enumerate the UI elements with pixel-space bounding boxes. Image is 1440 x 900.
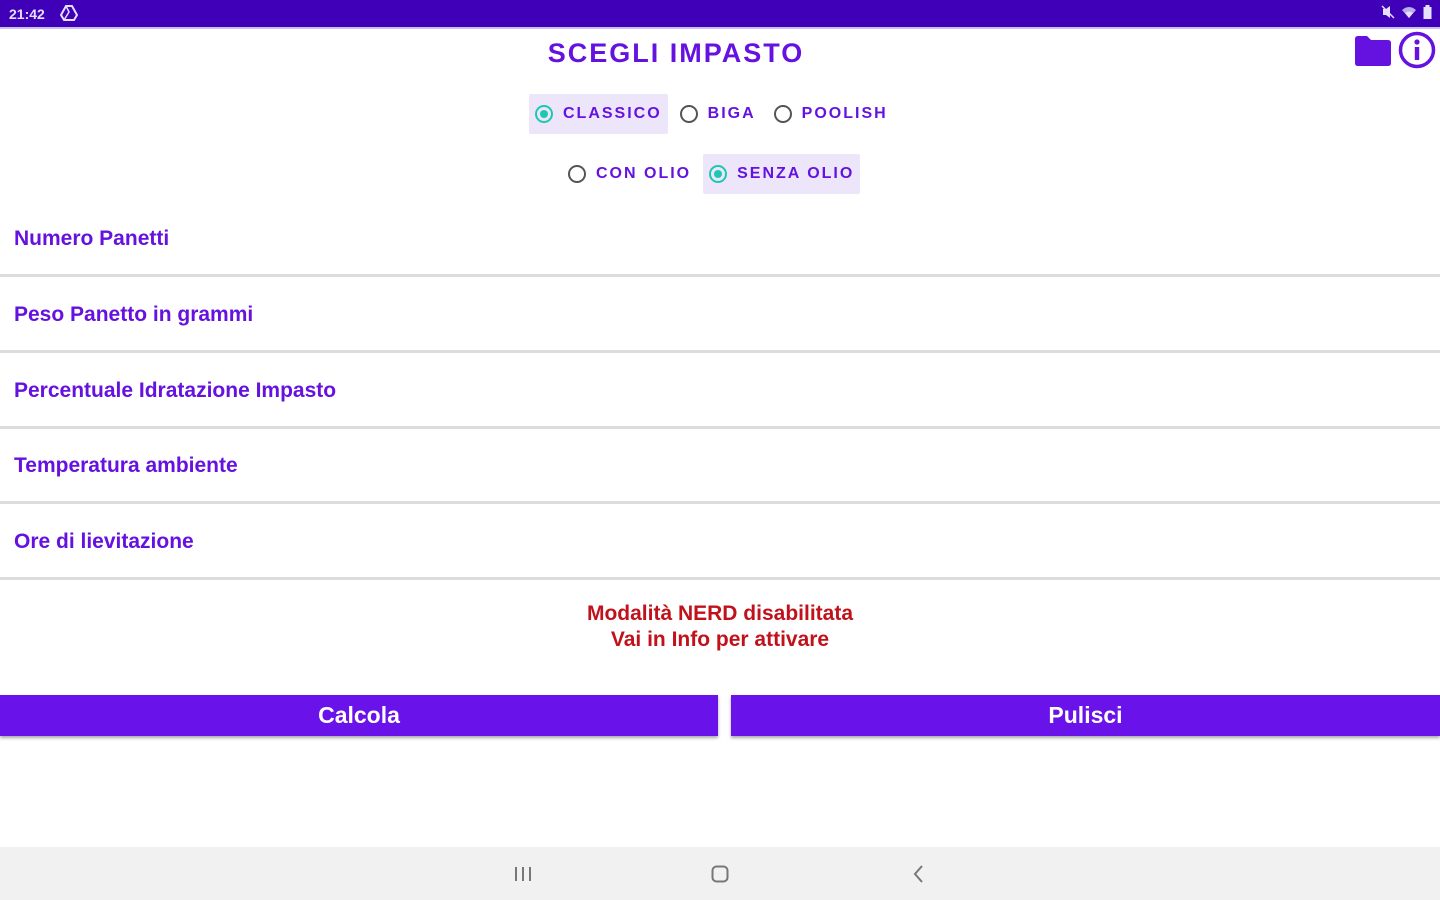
dough-type-group: CLASSICO BIGA POOLISH [529,94,894,134]
pulisci-button[interactable]: Pulisci [731,695,1440,736]
radio-label: BIGA [707,105,756,122]
status-divider [0,27,1440,29]
radio-indicator [535,105,553,123]
field-underline [0,350,1440,353]
mute-icon [1381,5,1395,19]
radio-senza-olio[interactable]: SENZA OLIO [703,154,861,194]
wifi-icon [1401,5,1417,19]
field-underline [0,577,1440,580]
idratazione-hint: Percentuale Idratazione Impasto [14,379,337,402]
field-underline [0,501,1440,504]
nerd-mode-message: Modalità NERD disabilitata Vai in Info p… [0,601,1440,653]
nerd-message-line1: Modalità NERD disabilitata [586,602,854,625]
drive-icon [59,5,79,26]
lievitazione-hint: Ore di lievitazione [14,530,194,553]
temperatura-hint: Temperatura ambiente [14,454,238,477]
radio-label: CON OLIO [596,165,692,182]
field-underline [0,274,1440,277]
radio-poolish[interactable]: POOLISH [768,94,894,134]
folder-icon[interactable] [1353,34,1393,68]
status-bar: 21:42 [0,0,1440,27]
radio-con-olio[interactable]: CON OLIO [562,154,697,194]
temperatura-field[interactable]: Temperatura ambiente [0,430,1440,504]
status-time: 21:42 [9,6,45,22]
peso-panetto-field[interactable]: Peso Panetto in grammi [0,279,1440,353]
recents-icon[interactable] [510,861,536,887]
info-icon[interactable] [1398,31,1436,69]
back-icon[interactable] [906,861,932,887]
home-icon[interactable] [707,861,733,887]
radio-indicator [773,105,792,123]
calcola-button[interactable]: Calcola [0,695,718,736]
oil-group: CON OLIO SENZA OLIO [562,154,861,194]
nerd-message-line2: Vai in Info per attivare [610,628,830,651]
battery-icon [1423,5,1432,19]
navigation-bar [0,847,1440,900]
page-title: SCEGLI IMPASTO [547,38,805,68]
radio-label: SENZA OLIO [737,165,855,182]
numero-panetti-hint: Numero Panetti [14,227,170,250]
radio-classico[interactable]: CLASSICO [529,94,668,134]
radio-label: POOLISH [801,105,888,122]
idratazione-field[interactable]: Percentuale Idratazione Impasto [0,355,1440,429]
peso-panetto-hint: Peso Panetto in grammi [14,303,254,326]
lievitazione-field[interactable]: Ore di lievitazione [0,506,1440,580]
numero-panetti-field[interactable]: Numero Panetti [0,203,1440,277]
radio-biga[interactable]: BIGA [674,94,762,134]
radio-indicator [709,165,728,183]
field-underline [0,426,1440,429]
radio-indicator [679,105,698,123]
radio-label: CLASSICO [563,105,662,122]
radio-indicator [568,165,586,183]
